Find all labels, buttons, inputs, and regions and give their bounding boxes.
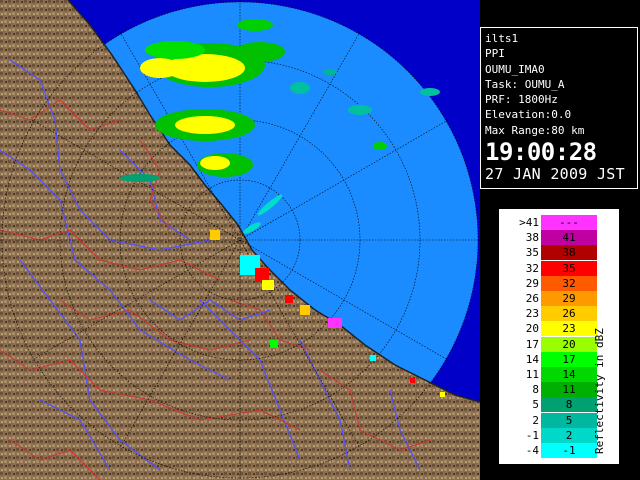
legend-low-value: 35 [525, 246, 539, 260]
product-type: PPI [485, 47, 505, 61]
scan-info-panel: ilts1 PPI OUMU_IMA0 Task: OUMU_A PRF: 18… [480, 27, 638, 189]
legend-row: 38 41 [511, 230, 611, 246]
legend-low-value: -4 [525, 444, 539, 457]
legend-low-value: 14 [525, 352, 539, 366]
legend-high-value: 8 [565, 398, 573, 412]
volume-name: OUMU_IMA0 [485, 62, 545, 76]
task-name: Task: OUMU_A [485, 77, 565, 91]
legend-title: Reflectivity in dBZ [593, 328, 606, 454]
legend-row: 32 35 [511, 260, 611, 276]
max-range-value: Max Range:80 km [485, 123, 585, 137]
reflectivity-legend: >41 --- 38 41 35 38 32 35 29 32 26 29 23 26 20 23 17 20 14… [499, 209, 619, 464]
legend-low-value: 2 [532, 413, 539, 427]
legend-low-value: 32 [525, 261, 539, 275]
legend-row: 35 38 [511, 245, 611, 261]
legend-high-value: 20 [562, 337, 576, 351]
legend-high-value: 2 [565, 428, 573, 442]
elevation-value: Elevation:0.0 [485, 108, 572, 122]
legend-high-value: 5 [565, 413, 573, 427]
legend-row: 29 32 [511, 275, 611, 291]
legend-high-value: 29 [562, 292, 576, 305]
bottom-bar [480, 466, 640, 480]
legend-low-value: 26 [525, 292, 539, 305]
radar-ppi-display[interactable] [0, 0, 480, 480]
prf-value: PRF: 1800Hz [485, 93, 558, 107]
scan-time: 19:00:28 [485, 138, 597, 167]
legend-high-value: 23 [562, 322, 576, 336]
legend-low-value: -1 [525, 428, 539, 442]
legend-high-value: --- [559, 216, 579, 229]
legend-low-value: 5 [532, 398, 539, 412]
radar-map [0, 0, 480, 480]
legend-high-value: 14 [562, 368, 576, 381]
legend-high-value: 35 [562, 261, 576, 275]
legend-high-value: 32 [562, 276, 576, 290]
legend-low-value: 17 [525, 337, 539, 351]
legend-high-value: 17 [562, 352, 576, 366]
legend-low-value: 38 [525, 231, 539, 245]
legend-high-value: 11 [562, 383, 576, 397]
legend-row: >41 --- [511, 215, 611, 230]
legend-low-value: 11 [525, 368, 539, 381]
legend-low-value: 20 [525, 322, 539, 336]
legend-low-value: 29 [525, 276, 539, 290]
legend-high-value: -1 [562, 444, 576, 457]
scan-date: 27 JAN 2009 JST [485, 165, 625, 184]
legend-high-value: 41 [562, 231, 576, 245]
legend-high-value: 38 [562, 246, 576, 260]
legend-row: 23 26 [511, 306, 611, 322]
legend-low-value: 23 [525, 307, 539, 321]
legend-low-value: 8 [532, 383, 539, 397]
site-name: ilts1 [485, 32, 519, 45]
legend-high-value: 26 [562, 307, 576, 321]
legend-row: 26 29 [511, 291, 611, 306]
legend-low-value: >41 [519, 216, 539, 229]
